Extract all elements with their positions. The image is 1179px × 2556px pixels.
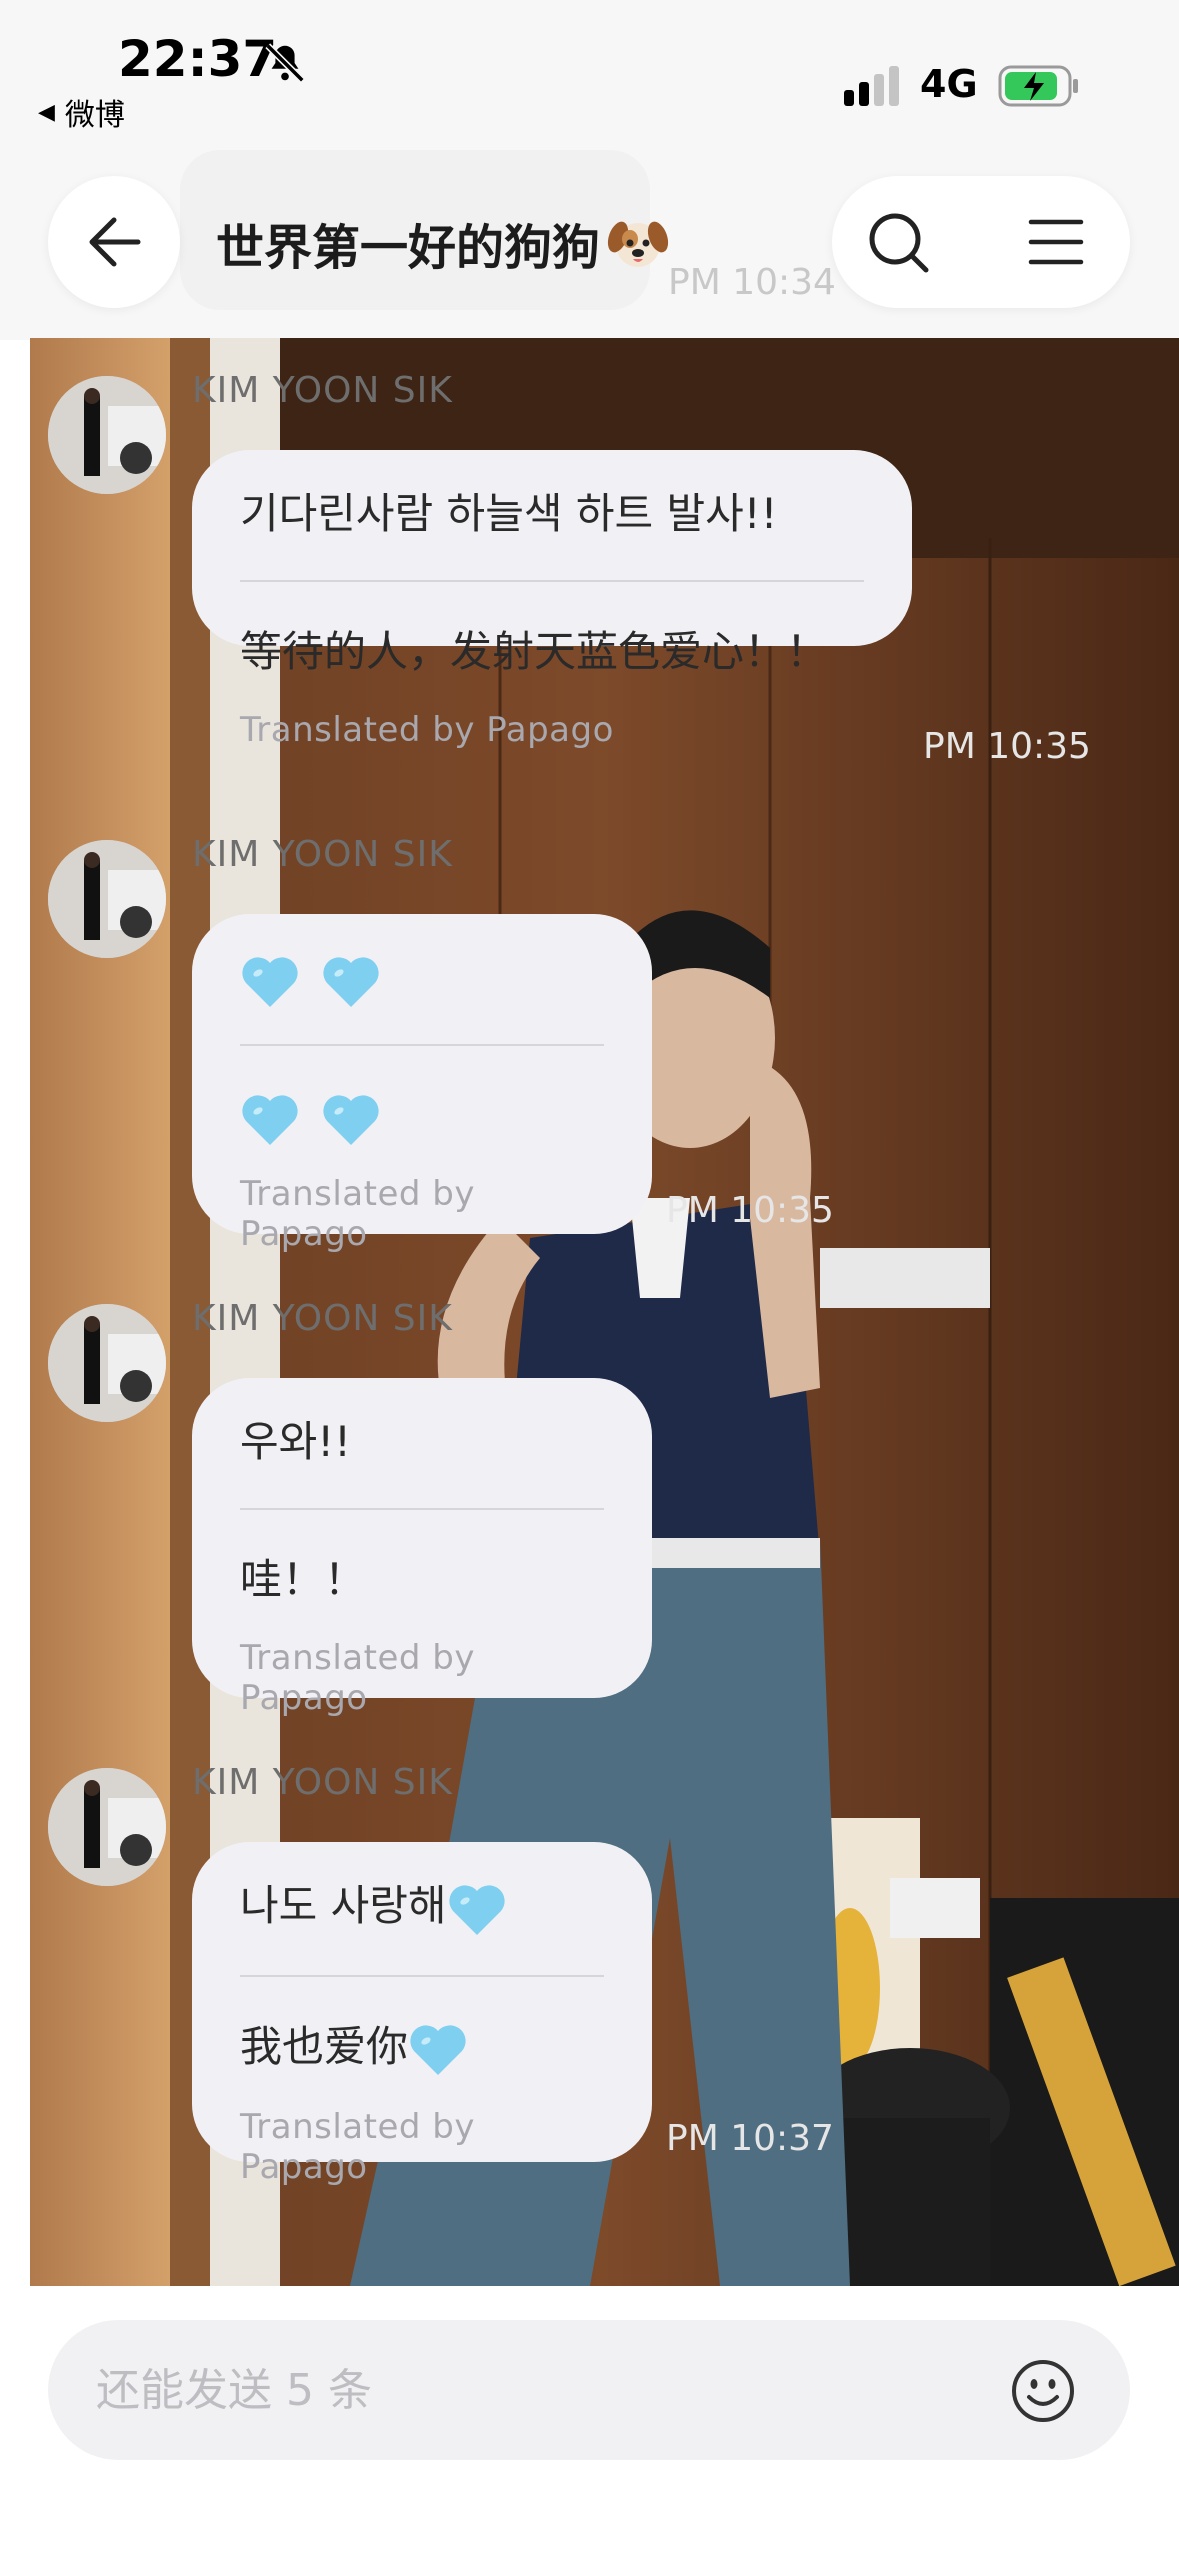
avatar[interactable] xyxy=(48,840,166,958)
sender-name: KIM YOON SIK xyxy=(192,1762,453,1803)
smiley-icon[interactable] xyxy=(1010,2358,1076,2424)
network-type: 4G xyxy=(920,62,978,106)
ghost-time: PM 10:34 xyxy=(668,262,836,303)
chat-title-row: 世界第一好的狗狗 xyxy=(216,208,670,278)
back-button[interactable] xyxy=(48,176,180,308)
light-blue-heart-icon xyxy=(408,2021,468,2077)
header-actions xyxy=(832,176,1130,308)
message-bubble[interactable]: 우와!! 哇！！ Translated by Papago xyxy=(192,1378,652,1718)
bubble-divider xyxy=(240,1508,604,1510)
original-hearts xyxy=(240,950,604,1009)
chat-header: 世界第一好的狗狗 PM 10:34 xyxy=(0,150,1179,340)
message-bubble[interactable]: 나도 사랑해 我也爱你 Translated by Papago xyxy=(192,1842,652,2187)
message-bubble[interactable]: 기다린사람 하늘색 하트 발사!! 等待的人，发射天蓝色爱心！！ Transla… xyxy=(192,450,912,750)
translated-by: Translated by Papago xyxy=(240,1638,475,1718)
input-bar xyxy=(0,2286,1179,2556)
dog-emoji-icon xyxy=(607,221,669,267)
search-icon[interactable] xyxy=(866,210,932,276)
back-arrow-icon xyxy=(89,217,141,267)
chat-area[interactable]: KIM YOON SIK 기다린사람 하늘색 하트 발사!! 等待的人，发射天蓝… xyxy=(30,338,1179,2286)
bell-slash-icon xyxy=(265,43,305,83)
avatar[interactable] xyxy=(48,1768,166,1886)
back-app-label: 微博 xyxy=(64,98,125,133)
original-text-row: 나도 사랑해 xyxy=(240,1878,604,1937)
message-input[interactable] xyxy=(48,2320,1130,2460)
message-time: PM 10:35 xyxy=(666,1190,834,1231)
battery-charging-icon xyxy=(998,65,1078,107)
message-bubble[interactable]: Translated by Papago xyxy=(192,914,652,1254)
translated-by: Translated by Papago xyxy=(240,710,614,750)
translated-hearts xyxy=(240,1088,604,1147)
back-triangle-icon: ◀ xyxy=(38,99,55,125)
message-time: PM 10:37 xyxy=(666,2118,834,2159)
translated-text: 哇！！ xyxy=(240,1555,367,1604)
original-text: 기다린사람 하늘색 하트 발사!! xyxy=(240,489,778,538)
bubble-divider xyxy=(240,580,864,582)
message-time: PM 10:35 xyxy=(923,726,1091,767)
translated-by: Translated by Papago xyxy=(240,2107,475,2187)
light-blue-heart-icon xyxy=(321,953,381,1009)
translated-text-row: 我也爱你 xyxy=(240,2019,604,2078)
bubble-divider xyxy=(240,1974,604,1977)
light-blue-heart-icon xyxy=(240,953,300,1009)
menu-icon[interactable] xyxy=(1028,216,1084,268)
bubble-divider xyxy=(240,1044,604,1046)
original-text: 나도 사랑해 xyxy=(240,1881,447,1930)
avatar[interactable] xyxy=(48,376,166,494)
light-blue-heart-icon xyxy=(240,1091,300,1147)
status-bar: 22:37 ◀ 微博 4G xyxy=(0,0,1179,150)
back-to-app-link[interactable]: ◀ 微博 xyxy=(38,90,125,134)
translated-by: Translated by Papago xyxy=(240,1174,475,1254)
translated-text: 我也爱你 xyxy=(240,2021,409,2071)
chat-screen: 22:37 ◀ 微博 4G 世界第一好的狗狗 PM 10:34 KIM YOON… xyxy=(0,0,1179,2556)
light-blue-heart-icon xyxy=(321,1091,381,1147)
translated-text: 等待的人，发射天蓝色爱心！！ xyxy=(240,627,829,676)
status-time: 22:37 xyxy=(118,30,278,88)
signal-icon xyxy=(844,66,899,106)
avatar[interactable] xyxy=(48,1304,166,1422)
sender-name: KIM YOON SIK xyxy=(192,1298,453,1339)
sender-name: KIM YOON SIK xyxy=(192,370,453,411)
sender-name: KIM YOON SIK xyxy=(192,834,453,875)
original-text: 우와!! xyxy=(240,1417,351,1466)
chat-title: 世界第一好的狗狗 xyxy=(216,220,601,276)
light-blue-heart-icon xyxy=(447,1881,507,1937)
